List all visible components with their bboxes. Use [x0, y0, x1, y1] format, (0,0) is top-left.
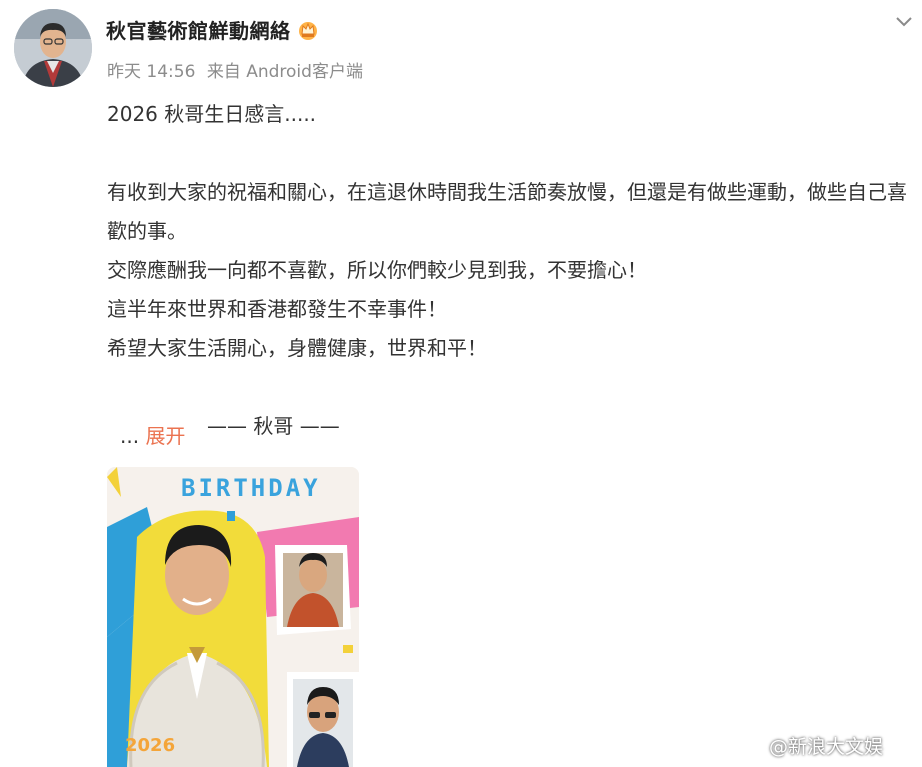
- post-signature: —— 秋哥 ——: [207, 414, 340, 438]
- post-source: 来自 Android客户端: [206, 62, 363, 82]
- post-content: 2026 秋哥生日感言..... 有收到大家的祝福和關心，在這退休時間我生活節奏…: [107, 95, 915, 446]
- birthday-poster: [107, 467, 359, 767]
- post-line: 有收到大家的祝福和關心，在這退休時間我生活節奏放慢，但還是有做些運動，做些自己喜…: [107, 180, 907, 243]
- avatar[interactable]: [14, 9, 92, 87]
- weibo-icon: [735, 736, 763, 757]
- post-line: 這半年來世界和香港都發生不幸事件！: [107, 297, 447, 321]
- ellipsis: ...: [120, 424, 140, 448]
- post-time[interactable]: 昨天 14:56: [107, 62, 195, 82]
- expand-row: ... 展开: [120, 420, 185, 449]
- post-title-line: 2026 秋哥生日感言.....: [107, 102, 317, 126]
- watermark-text: @新浪大文娱: [769, 736, 884, 758]
- author-row: 秋官藝術館鮮動網絡: [106, 15, 319, 44]
- post-line: 希望大家生活開心，身體健康，世界和平！: [107, 336, 487, 360]
- watermark: @新浪大文娱: [735, 732, 883, 759]
- image-year: 2026: [125, 735, 176, 756]
- crown-icon: [297, 19, 319, 41]
- expand-link[interactable]: 展开: [145, 424, 185, 448]
- post-image[interactable]: BIRTHDAY 2026: [107, 467, 359, 767]
- post-line: 交際應酬我一向都不喜歡，所以你們較少見到我，不要擔心！: [107, 258, 647, 282]
- avatar-photo: [14, 9, 92, 87]
- author-name[interactable]: 秋官藝術館鮮動網絡: [106, 15, 291, 44]
- post-meta: 昨天 14:56 来自 Android客户端: [107, 57, 369, 82]
- chevron-down-icon[interactable]: [894, 14, 914, 28]
- image-title: BIRTHDAY: [181, 474, 321, 502]
